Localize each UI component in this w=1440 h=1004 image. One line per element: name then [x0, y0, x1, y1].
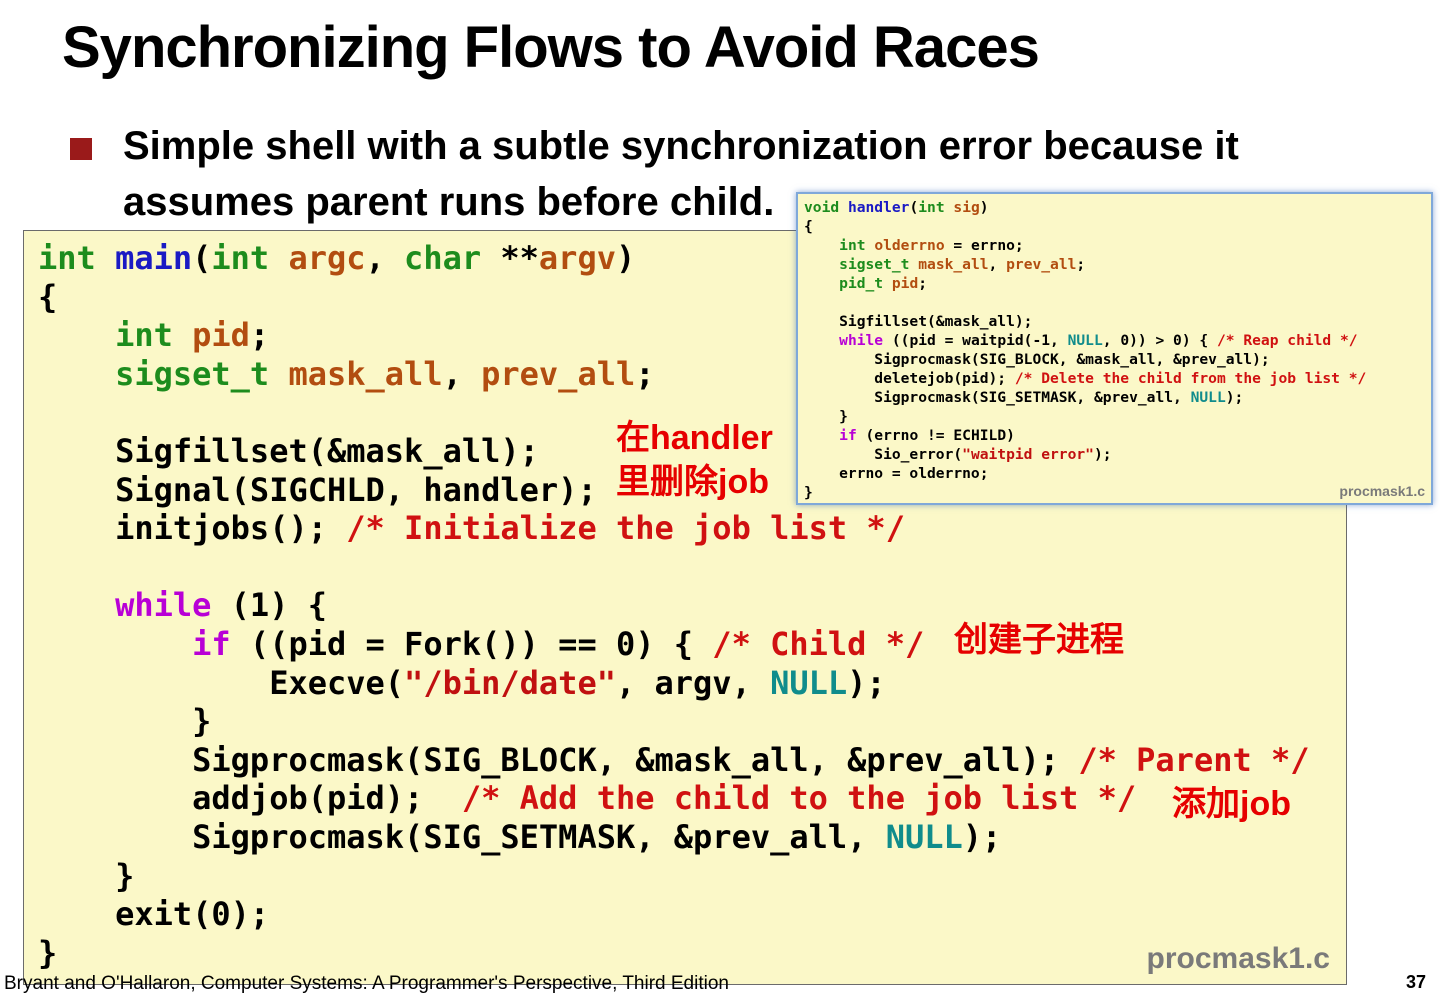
handler-code-listing: void handler(int sig) { int olderrno = e… [804, 198, 1366, 502]
code-line: errno = olderrno; [804, 465, 989, 482]
code-line: addjob(pid); /* Add the child to the job… [38, 779, 1137, 818]
code-line: sigset_t mask_all, prev_all; [115, 354, 655, 393]
slide-title: Synchronizing Flows to Avoid Races [62, 15, 1040, 80]
code-line: Sigprocmask(SIG_BLOCK, &mask_all, &prev_… [804, 351, 1270, 368]
code-line: deletejob(pid); /* Delete the child from… [804, 370, 1367, 387]
code-line: } [804, 408, 848, 425]
code-line: Execve("/bin/date", argv, NULL); [38, 663, 886, 702]
code-line: void handler(int sig) [804, 199, 989, 216]
code-line: } [38, 856, 135, 895]
code-line: while (1) { [115, 586, 327, 625]
code-line: initjobs(); /* Initialize the job list *… [38, 509, 905, 548]
code-line: { [38, 277, 58, 316]
annotation-create-child: 创建子进程 [954, 621, 1124, 659]
code-line: if ((pid = Fork()) == 0) { /* Child */ [192, 624, 925, 663]
filename-label: procmask1.c [1146, 942, 1330, 975]
code-line: int olderrno = errno; [839, 237, 1024, 254]
annotation-handler-delete: 在handler 里删除job [616, 419, 773, 501]
code-line: Sigprocmask(SIG_BLOCK, &mask_all, &prev_… [38, 740, 1310, 779]
code-line: { [804, 218, 813, 235]
annotation-add-job: 添加job [1172, 785, 1291, 823]
code-line: pid_t pid; [839, 275, 928, 292]
code-line: } [38, 933, 58, 972]
code-line: sigset_t mask_all, prev_all; [839, 256, 1086, 273]
code-comment: /* Add the child to the job list */ [461, 779, 1137, 818]
page-number: 37 [1406, 972, 1427, 992]
code-comment: /* Delete the child from the job list */ [1014, 370, 1367, 387]
code-comment: /* Initialize the job list */ [346, 509, 905, 548]
code-line: Sio_error("waitpid error"); [804, 446, 1112, 463]
code-line: Sigfillset(&mask_all); [804, 313, 1033, 330]
bullet-square-icon [70, 138, 92, 160]
code-line: exit(0); [38, 895, 270, 934]
footer-citation: Bryant and O'Hallaron, Computer Systems:… [4, 973, 729, 994]
code-line: int pid; [115, 316, 270, 355]
code-comment: /* Reap child */ [1217, 332, 1358, 349]
code-line: Sigprocmask(SIG_SETMASK, &prev_all, NULL… [38, 817, 1002, 856]
code-comment: /* Parent */ [1078, 740, 1310, 779]
code-line: Sigprocmask(SIG_SETMASK, &prev_all, NULL… [804, 389, 1244, 406]
code-line: while ((pid = waitpid(-1, NULL, 0)) > 0)… [839, 332, 1358, 349]
code-line: Signal(SIGCHLD, handler); [38, 470, 597, 509]
code-line: } [804, 484, 813, 501]
code-comment: /* Child */ [712, 624, 925, 663]
code-line: if (errno != ECHILD) [839, 427, 1015, 444]
code-line: int main(int argc, char **argv) [38, 239, 636, 277]
code-line: } [38, 702, 212, 741]
filename-label: procmask1.c [1339, 483, 1425, 499]
handler-code-popup: void handler(int sig) { int olderrno = e… [796, 192, 1433, 505]
code-line: Sigfillset(&mask_all); [38, 431, 539, 470]
